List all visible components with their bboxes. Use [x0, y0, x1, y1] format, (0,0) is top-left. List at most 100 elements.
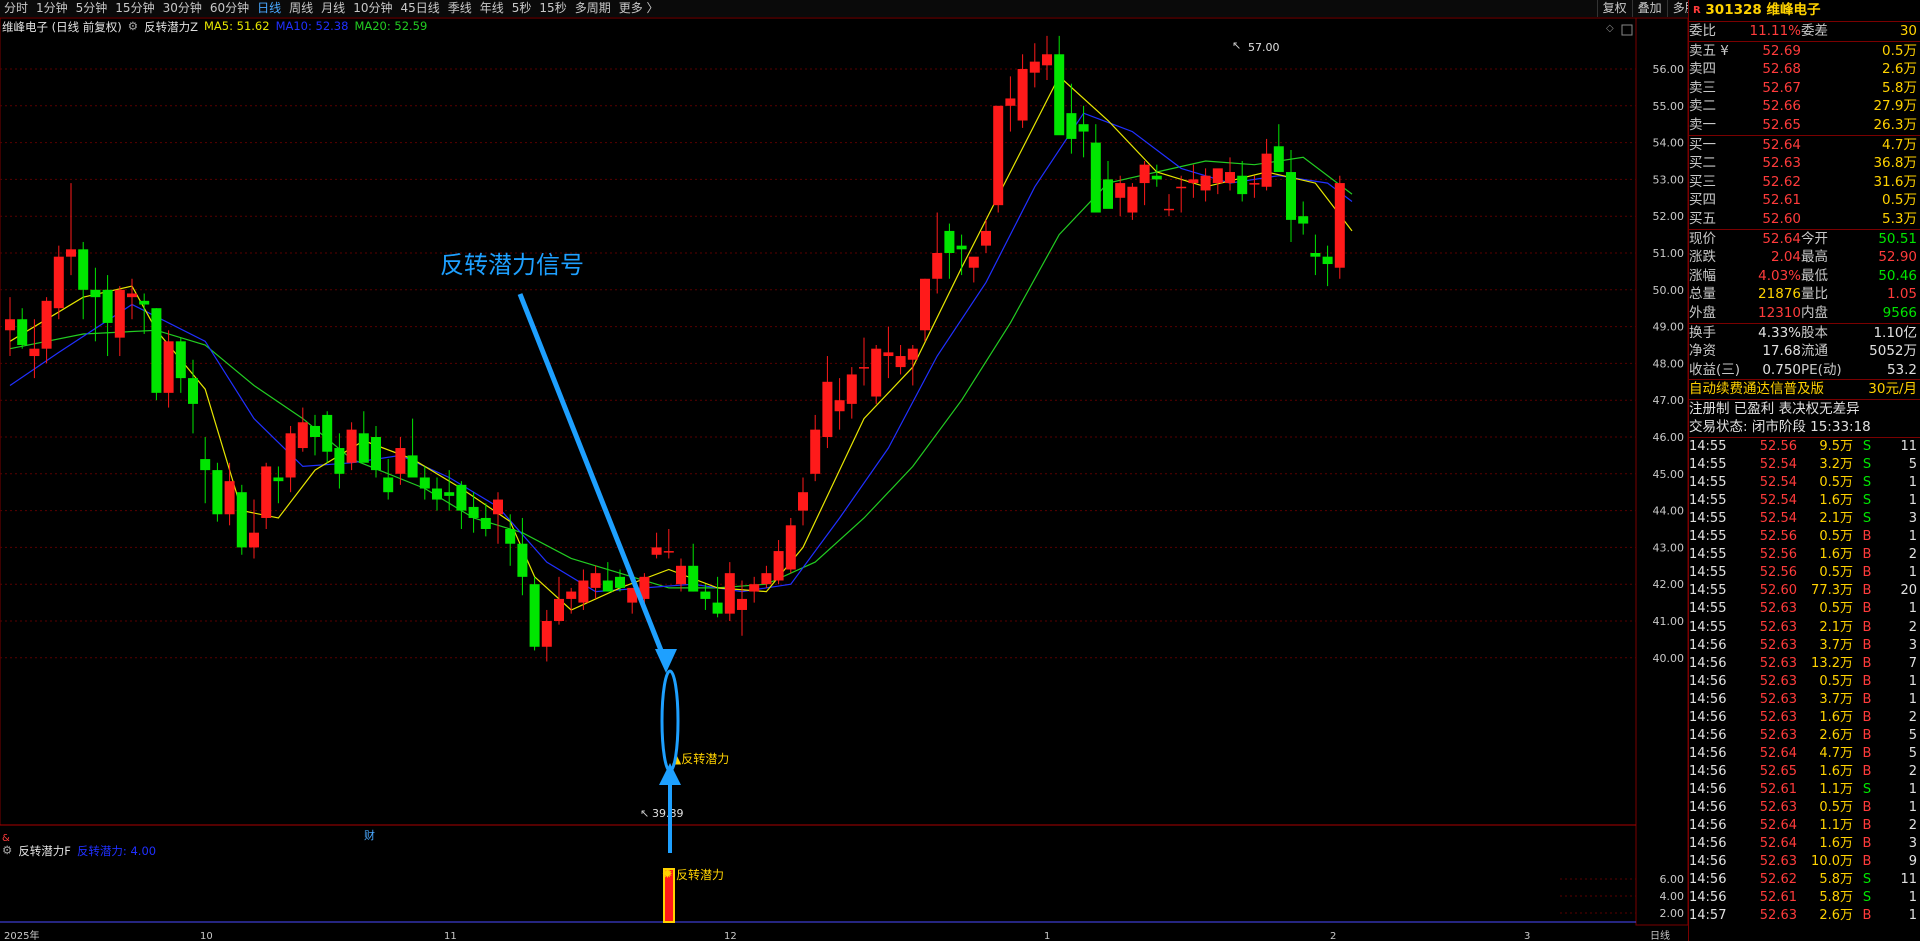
candle-body-3 [41, 300, 52, 349]
tick-volume: 3.2万 [1819, 457, 1853, 473]
window-icon[interactable] [1621, 24, 1633, 36]
fund-value: 17.68 [1762, 343, 1801, 360]
flag-badge: R [1693, 5, 1701, 16]
period-tab-1[interactable]: 1分钟 [32, 0, 72, 17]
sell-row-2: 卖三 52.67 5.8万 [1689, 79, 1920, 98]
tick-volume: 77.3万 [1811, 583, 1853, 599]
period-tab-4[interactable]: 30分钟 [159, 0, 206, 17]
stat-value: 4.03% [1758, 267, 1801, 284]
stat-row-4: 外盘 12310 内盘 9566 [1689, 304, 1920, 324]
tick-row: 14:55 52.54 1.6万 S 1 [1689, 492, 1920, 510]
period-tab-6[interactable]: 日线 [253, 0, 285, 17]
tick-side: B [1862, 836, 1872, 852]
sell-label: 卖五 ¥ [1689, 42, 1729, 59]
tick-price: 52.63 [1759, 727, 1797, 743]
tick-count: 5 [1908, 745, 1917, 761]
fund-row-1: 净资 17.68 流通 5052万 [1689, 342, 1920, 361]
tool-button-0[interactable]: 复权 [1596, 0, 1632, 17]
candle-body-99 [1212, 168, 1223, 184]
candle-body-77 [944, 230, 955, 253]
tick-volume: 3.7万 [1819, 691, 1853, 707]
period-tab-14[interactable]: 15秒 [535, 0, 570, 17]
period-tab-8[interactable]: 月线 [317, 0, 349, 17]
tick-volume: 1.1万 [1819, 781, 1853, 797]
registration-info: 注册制 已盈利 表决权无差异 [1689, 400, 1860, 417]
tick-price: 52.63 [1759, 691, 1797, 707]
period-tab-3[interactable]: 15分钟 [111, 0, 158, 17]
candle-body-38 [468, 506, 479, 518]
period-tabs: 分时 1分钟 5分钟 15分钟 30分钟 60分钟 日线 周线 月线 10分钟 45日线 季线 年线 5秒… [0, 0, 663, 17]
candle-body-9 [114, 289, 125, 338]
candle-body-65 [798, 492, 808, 511]
period-tab-2[interactable]: 5分钟 [72, 0, 112, 17]
candle-body-26 [322, 414, 333, 452]
candle-body-40 [493, 499, 503, 515]
candle-body-43 [529, 584, 540, 647]
candle-body-90 [1103, 179, 1113, 209]
kline-chart[interactable]: 56.00 55.00 54.00 53.00 52.00 51.00 50.00 49.00… [0, 18, 1688, 941]
tool-button-1[interactable]: 叠加 [1631, 0, 1667, 17]
period-tab-11[interactable]: 季线 [444, 0, 476, 17]
tick-volume: 3.7万 [1819, 637, 1853, 653]
tick-time: 14:56 [1689, 691, 1727, 707]
candle-body-33 [407, 455, 418, 478]
corner-label: 日线 [1650, 929, 1670, 941]
y-tick-10: 46.00 [1653, 431, 1685, 444]
candle-body-58 [712, 602, 723, 614]
tick-time: 14:55 [1689, 583, 1727, 599]
candle-body-12 [151, 308, 162, 393]
tick-side: B [1862, 727, 1872, 743]
period-tab-12[interactable]: 年线 [476, 0, 508, 17]
period-tab-0[interactable]: 分时 [0, 0, 32, 17]
period-tab-7[interactable]: 周线 [285, 0, 317, 17]
candle-body-75 [920, 278, 930, 331]
stat-label-2: 最高 [1801, 249, 1828, 266]
candle-body-36 [444, 492, 455, 496]
candle-body-15 [188, 378, 198, 404]
fund-value-2: 1.10亿 [1873, 324, 1917, 341]
tick-side: S [1862, 890, 1872, 906]
tick-row: 14:56 52.63 0.5万 B 1 [1689, 799, 1920, 817]
period-tab-10[interactable]: 45日线 [396, 0, 443, 17]
indicator-name[interactable]: 反转潜力Z [144, 19, 198, 35]
candle-body-63 [773, 551, 784, 581]
tick-row: 14:55 52.54 0.5万 S 1 [1689, 474, 1920, 492]
period-tab-16[interactable]: 更多 〉 [615, 0, 663, 17]
candle-body-32 [395, 448, 406, 474]
period-tab-5[interactable]: 60分钟 [206, 0, 253, 17]
candle-body-30 [371, 437, 381, 471]
tick-row: 14:56 52.63 3.7万 B 3 [1689, 637, 1920, 655]
tick-volume: 1.6万 [1819, 763, 1853, 779]
period-tab-13[interactable]: 5秒 [508, 0, 536, 17]
candle-body-39 [480, 517, 491, 529]
buy-label: 买四 [1689, 192, 1716, 209]
buy-label: 买五 [1689, 210, 1716, 227]
candle-body-86 [1054, 54, 1065, 136]
candle-body-104 [1273, 146, 1284, 173]
tick-row: 14:56 52.61 1.1万 S 1 [1689, 781, 1920, 799]
period-tab-9[interactable]: 10分钟 [349, 0, 396, 17]
candle-body-74 [907, 348, 918, 360]
ma20-value: MA20: 52.59 [354, 19, 428, 33]
tick-time: 14:56 [1689, 872, 1727, 888]
sub-indicator-value: 反转潜力: 4.00 [76, 844, 157, 858]
promo-text: 自动续费通达信普及版 [1689, 381, 1824, 398]
up-arrowhead [659, 763, 681, 785]
indicator-gear-icon[interactable]: ⚙ [128, 19, 138, 35]
y-tick-0: 56.00 [1653, 63, 1685, 76]
tick-price: 52.54 [1759, 493, 1797, 509]
sub-indicator-name[interactable]: 反转潜力F [18, 843, 71, 859]
tick-side: S [1862, 511, 1872, 527]
candle-body-70 [859, 367, 869, 369]
candle-body-97 [1188, 179, 1199, 184]
tick-time: 14:57 [1689, 908, 1727, 924]
tick-count: 11 [1900, 439, 1917, 455]
tick-count: 3 [1908, 511, 1917, 527]
time-label-4: 1 [1044, 931, 1050, 941]
tick-time: 14:56 [1689, 709, 1727, 725]
tick-time: 14:56 [1689, 673, 1727, 689]
tick-time: 14:56 [1689, 727, 1727, 743]
y-tick-8: 48.00 [1653, 357, 1685, 370]
period-tab-15[interactable]: 多周期 [571, 0, 615, 17]
sub-gear-icon[interactable]: ⚙ [2, 843, 12, 859]
